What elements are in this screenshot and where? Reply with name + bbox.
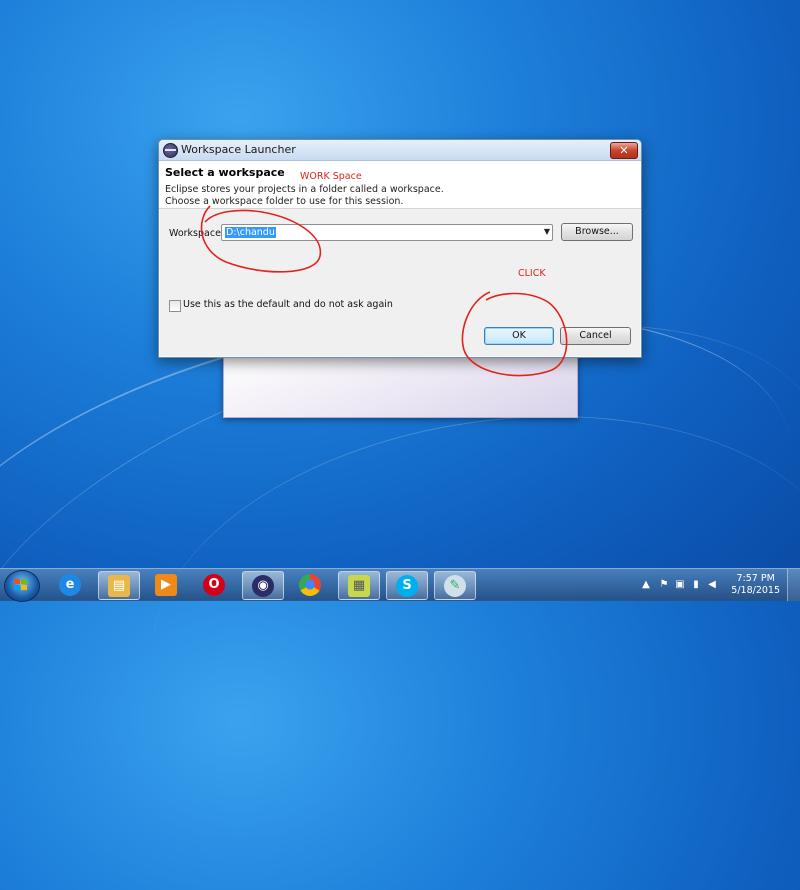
dialog-titlebar[interactable]: Workspace Launcher ✕: [159, 140, 641, 161]
taskbar-item-eclipse[interactable]: ◉: [242, 571, 284, 600]
paint-icon: ✎: [444, 574, 466, 597]
taskbar-item-chrome[interactable]: ●: [290, 571, 330, 598]
taskbar-item-paint[interactable]: ✎: [434, 571, 476, 600]
taskbar-item-opera[interactable]: O: [194, 571, 234, 598]
eclipse-icon: [163, 143, 178, 158]
workspace-launcher-dialog: Workspace Launcher ✕ Select a workspace …: [158, 139, 642, 358]
action-center-icon[interactable]: ⚑: [658, 579, 670, 591]
internet-explorer-icon: e: [59, 573, 81, 596]
show-hidden-icons-icon[interactable]: ▲: [640, 579, 652, 591]
folder-icon: ▤: [108, 574, 130, 597]
browse-button[interactable]: Browse...: [561, 223, 633, 241]
cancel-button[interactable]: Cancel: [560, 327, 631, 345]
chrome-icon: ●: [299, 573, 321, 596]
device-icon[interactable]: ▣: [674, 579, 686, 591]
workspace-input-value[interactable]: D:\chandu: [225, 227, 276, 238]
ok-button[interactable]: OK: [484, 327, 554, 345]
close-button[interactable]: ✕: [610, 142, 638, 159]
show-desktop-button[interactable]: [787, 569, 800, 601]
chevron-down-icon[interactable]: ▼: [544, 227, 550, 236]
workspace-row: Workspace: D:\chandu ▼ Browse...: [169, 223, 634, 244]
taskbar-item-file-explorer[interactable]: ▤: [98, 571, 140, 600]
clock[interactable]: 7:57 PM 5/18/2015: [731, 573, 780, 597]
use-default-checkbox[interactable]: [169, 300, 181, 312]
use-default-label[interactable]: Use this as the default and do not ask a…: [183, 299, 393, 310]
system-tray: ▲ ⚑ ▣ ▮ ◀ 7:57 PM 5/18/2015: [640, 569, 800, 601]
taskbar-item-sticky-notes[interactable]: ▦: [338, 571, 380, 600]
dialog-heading: Select a workspace: [165, 166, 285, 179]
network-icon[interactable]: ▮: [690, 579, 702, 591]
sticky-notes-icon: ▦: [348, 574, 370, 597]
dialog-description-line1: Eclipse stores your projects in a folder…: [165, 184, 444, 195]
volume-icon[interactable]: ◀: [706, 579, 718, 591]
skype-icon: S: [396, 574, 418, 597]
clock-time: 7:57 PM: [736, 573, 775, 584]
start-button[interactable]: [4, 570, 40, 602]
opera-icon: O: [203, 573, 225, 596]
eclipse-splash-screen: [223, 352, 578, 418]
workspace-combobox[interactable]: D:\chandu ▼: [221, 224, 553, 241]
wallpaper-streak: [125, 373, 800, 868]
taskbar-item-internet-explorer[interactable]: e: [50, 571, 90, 598]
taskbar: e ▤ ▶ O ◉ ● ▦ S ✎ ▲ ⚑ ▣ ▮ ◀ 7:57 PM 5/18…: [0, 568, 800, 602]
clock-date: 5/18/2015: [731, 585, 780, 596]
annotation-workspace-note: WORK Space: [300, 171, 362, 182]
workspace-label: Workspace:: [169, 228, 225, 239]
dialog-description-line2: Choose a workspace folder to use for thi…: [165, 196, 404, 207]
taskbar-item-skype[interactable]: S: [386, 571, 428, 600]
windows-logo-icon: [14, 579, 28, 591]
eclipse-icon: ◉: [252, 574, 274, 597]
dialog-title: Workspace Launcher: [181, 143, 296, 156]
dialog-header: Select a workspace Eclipse stores your p…: [159, 161, 641, 209]
annotation-click-note: CLICK: [518, 268, 546, 279]
taskbar-item-media-player[interactable]: ▶: [146, 571, 186, 598]
media-player-icon: ▶: [155, 573, 177, 596]
